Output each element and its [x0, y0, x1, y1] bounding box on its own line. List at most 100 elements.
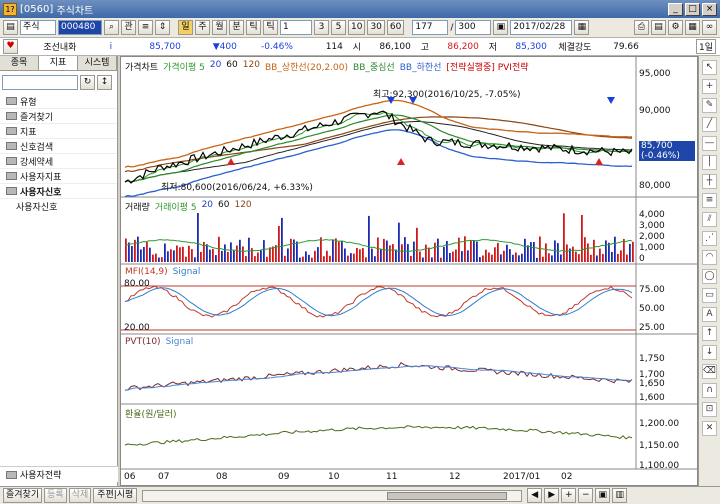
period-monthly[interactable]: 월 [212, 20, 227, 35]
view-mode-button[interactable]: 주편|시평 [93, 488, 138, 503]
fan-icon[interactable]: ⋰ [702, 231, 717, 246]
date-input[interactable]: 2017/02/28 [510, 20, 573, 35]
tree-item-type[interactable]: 유형 [0, 94, 117, 109]
close-button[interactable]: × [702, 2, 717, 16]
tree-item-user-indicator[interactable]: 사용자지표 [0, 169, 117, 184]
minimize-button[interactable]: _ [668, 2, 683, 16]
chart-canvas[interactable] [121, 57, 697, 485]
volume-bar [227, 251, 229, 262]
period-weekly[interactable]: 주 [195, 20, 210, 35]
mfi-signal-line [124, 287, 633, 317]
total-input[interactable]: 300 [455, 20, 492, 35]
chart-style-icon[interactable]: ▥ [612, 488, 628, 503]
volume-bar [125, 238, 127, 262]
maximize-button[interactable]: □ [685, 2, 700, 16]
sort-icon[interactable]: ↕ [97, 75, 112, 90]
link-icon[interactable]: ∞ [702, 20, 717, 35]
apply-button[interactable]: ▣ [493, 20, 509, 35]
interval-60[interactable]: 60 [386, 20, 405, 35]
tree-subitem-user-signal[interactable]: 사용자신호 [0, 199, 117, 214]
reset-zoom-icon[interactable]: ▣ [595, 488, 611, 503]
print-icon[interactable]: ⎙ [634, 20, 649, 35]
zoom-out-icon[interactable]: − [578, 488, 594, 503]
tab-stock[interactable]: 종목 [0, 56, 39, 70]
folder-open-icon [6, 187, 17, 195]
arrow-up-icon[interactable]: ↑ [702, 326, 717, 341]
tree-item-user-strategy[interactable]: 사용자전략 [0, 466, 118, 482]
cross-line-icon[interactable]: ┼ [702, 174, 717, 189]
channel-icon[interactable]: ⫽ [702, 212, 717, 227]
search-icon[interactable]: ⌕ [104, 20, 119, 35]
volume-bar [221, 250, 223, 262]
cursor-icon[interactable]: ↖ [702, 60, 717, 75]
ref-button[interactable]: 관 [121, 20, 136, 35]
setting-icon[interactable]: ⚙ [668, 20, 683, 35]
updown-icon[interactable]: ⇕ [155, 20, 170, 35]
tab-indicator[interactable]: 지표 [39, 56, 78, 70]
indicator-search-input[interactable] [2, 75, 78, 90]
register-button[interactable]: 등록 [44, 488, 67, 503]
text-icon[interactable]: A [702, 307, 717, 322]
rectangle-icon[interactable]: ▭ [702, 288, 717, 303]
market-select[interactable]: 주식 [20, 20, 56, 35]
trash-icon[interactable]: ✕ [702, 421, 717, 436]
crosshair-icon[interactable]: + [702, 79, 717, 94]
info-icon[interactable]: i [99, 42, 123, 52]
stock-code-input[interactable]: 000480 [58, 20, 102, 35]
trendline-icon[interactable]: ╱ [702, 117, 717, 132]
interval-10[interactable]: 10 [348, 20, 366, 35]
interval-5[interactable]: 5 [331, 20, 346, 35]
tree-item-indicator[interactable]: 지표 [0, 124, 117, 139]
period-tick[interactable]: 틱 [246, 20, 261, 35]
eraser-icon[interactable]: ⌫ [702, 364, 717, 379]
favorites-button[interactable]: 즐겨찾기 [3, 488, 43, 503]
chart-type-icon[interactable]: ≡ [138, 20, 153, 35]
daily-button[interactable]: 일 [178, 20, 193, 35]
zoom-in-icon[interactable]: + [561, 488, 577, 503]
volume-bar [506, 244, 508, 262]
pencil-icon[interactable]: ✎ [702, 98, 717, 113]
interval-3[interactable]: 3 [314, 20, 329, 35]
chart-scrollbar[interactable] [142, 489, 523, 502]
volume-bar [521, 253, 523, 262]
vertical-line-icon[interactable]: │ [702, 155, 717, 170]
tab-system[interactable]: 시스템 [78, 56, 117, 70]
tree-item-favorites[interactable]: 즐겨찾기 [0, 109, 117, 124]
magnet-icon[interactable]: ∩ [702, 383, 717, 398]
scroll-right-icon[interactable]: ▶ [544, 488, 560, 503]
interval-30[interactable]: 30 [367, 20, 385, 35]
refresh-icon[interactable]: ↻ [80, 75, 95, 90]
interval-select[interactable]: 1 [280, 20, 312, 35]
tree-item-signal-search[interactable]: 신호검색 [0, 139, 117, 154]
delete-button[interactable]: 삭제 [68, 488, 92, 503]
volume-bar [305, 251, 307, 262]
calendar-icon[interactable]: ▦ [574, 20, 590, 35]
arc-icon[interactable]: ◠ [702, 250, 717, 265]
tree-item-strength[interactable]: 강세약세 [0, 154, 117, 169]
period-minute[interactable]: 분 [229, 20, 244, 35]
favorite-icon[interactable]: ♥ [3, 39, 18, 54]
volume-bar [152, 254, 154, 262]
volume-bar [449, 253, 451, 262]
volume-bar [149, 247, 151, 262]
horizontal-line-icon[interactable]: ― [702, 136, 717, 151]
menu-button[interactable]: ▤ [3, 20, 18, 35]
tree-item-user-signal[interactable]: 사용자신호 [0, 184, 117, 199]
arrow-down-icon[interactable]: ↓ [702, 345, 717, 360]
volume-bar [347, 255, 349, 262]
lock-icon[interactable]: ⊡ [702, 402, 717, 417]
cycle-icon[interactable]: ◯ [702, 269, 717, 284]
grid-icon[interactable]: ▦ [685, 20, 700, 35]
volume-bar [473, 240, 475, 262]
scrollbar-thumb[interactable] [387, 491, 508, 500]
count-input[interactable]: 177 [412, 20, 449, 35]
fibonacci-icon[interactable]: ≡ [702, 193, 717, 208]
period-tick2[interactable]: 틱 [263, 20, 278, 35]
pvt-legend: PVT(10) Signal [125, 337, 194, 347]
volume-bar [206, 244, 208, 262]
chart-area[interactable]: 가격차트 가격이평 5 20 60 120 BB_상한선(20,2.00) BB… [120, 56, 698, 486]
volume-bar [389, 245, 391, 262]
volume-bar [464, 236, 466, 262]
save-icon[interactable]: ▤ [651, 20, 666, 35]
scroll-left-icon[interactable]: ◀ [527, 488, 543, 503]
